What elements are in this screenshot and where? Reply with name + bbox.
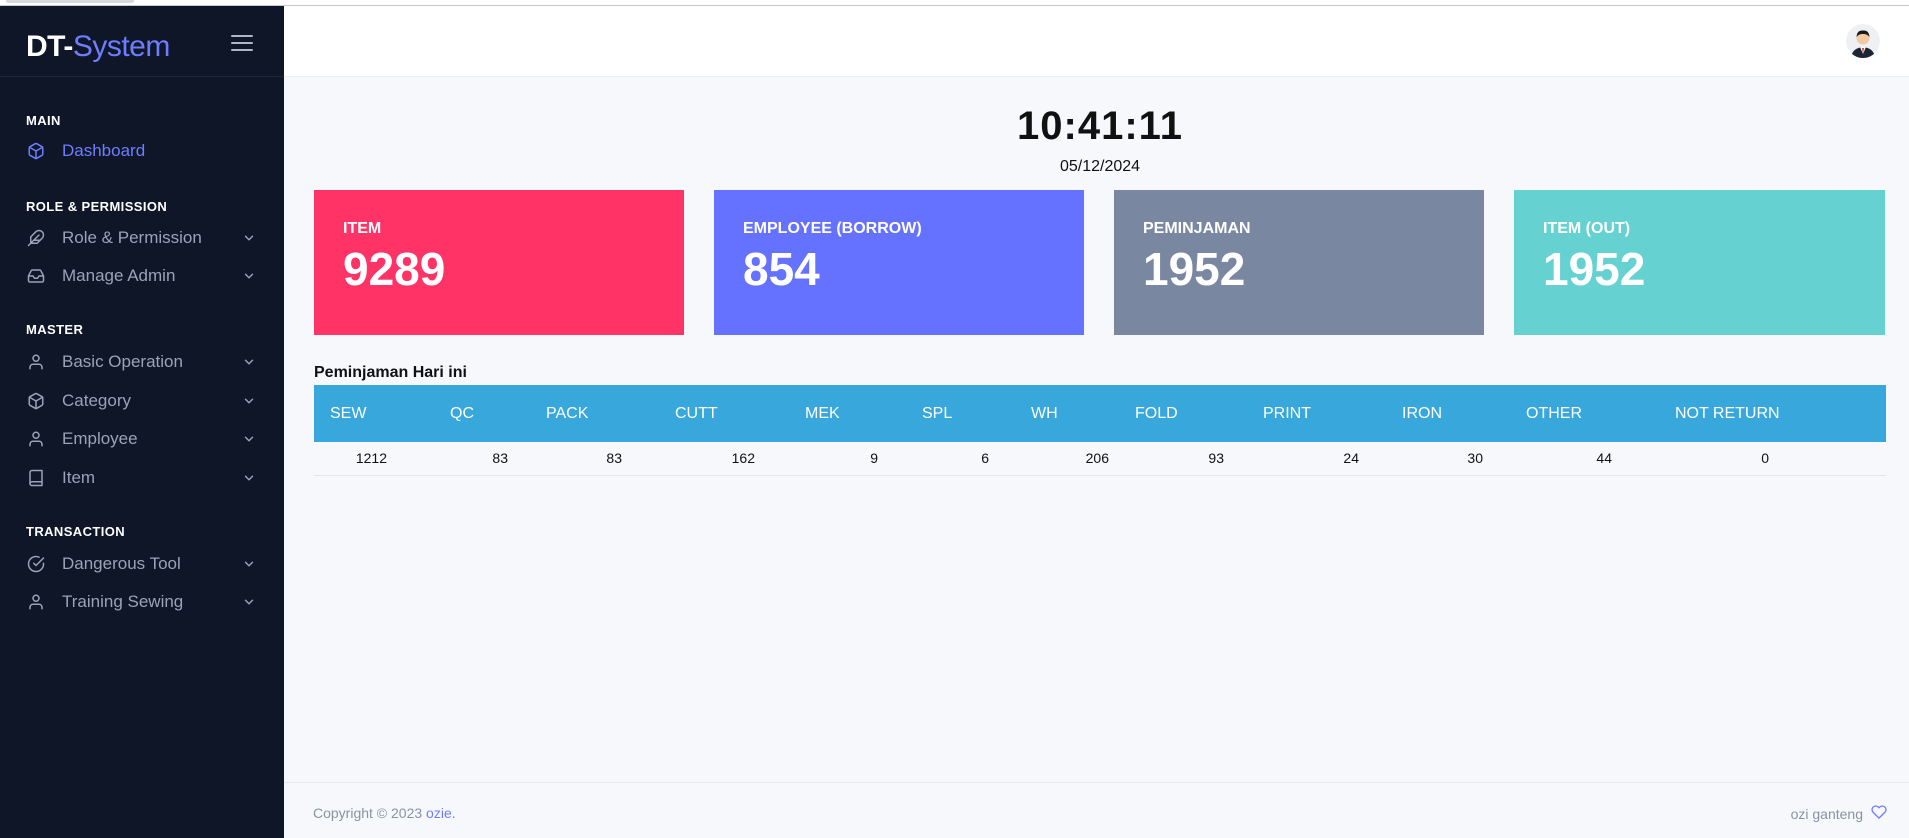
stat-card-title: ITEM (OUT) <box>1543 220 1631 237</box>
sidebar-item-label: Dashboard <box>62 141 146 160</box>
table-cell: 24 <box>1247 442 1386 476</box>
table-cell: 30 <box>1386 442 1510 476</box>
book-icon <box>26 468 46 488</box>
chevron-down-icon <box>242 432 256 446</box>
footer-right-text: ozi ganteng <box>1790 805 1863 822</box>
table-cell: 83 <box>434 442 530 476</box>
column-header-print: PRINT <box>1263 404 1311 422</box>
table-title: Peminjaman Hari ini <box>314 364 467 381</box>
chevron-down-icon <box>242 269 256 283</box>
daily-loans-table: SEW QC PACK CUTT MEK SPL WH FOLD PRINT I… <box>314 385 1886 476</box>
top-header <box>284 6 1909 77</box>
sidebar-item-item[interactable]: Item <box>26 464 256 492</box>
sidebar-item-label: Training Sewing <box>62 592 184 611</box>
stat-card-item: ITEM 9289 <box>314 190 684 335</box>
table-cell: 1212 <box>314 442 434 476</box>
chevron-down-icon <box>242 557 256 571</box>
inbox-icon <box>26 266 46 286</box>
chevron-down-icon <box>242 394 256 408</box>
user-icon <box>26 592 46 612</box>
user-icon <box>26 352 46 372</box>
column-header-not-return: NOT RETURN <box>1675 404 1780 422</box>
chevron-down-icon <box>242 355 256 369</box>
sidebar-item-label: Manage Admin <box>62 266 176 285</box>
chevron-down-icon <box>242 595 256 609</box>
brand-part2: System <box>72 30 171 63</box>
sidebar-divider <box>0 76 284 77</box>
sidebar-item-label: Item <box>62 468 96 487</box>
sidebar-item-category[interactable]: Category <box>26 387 256 415</box>
clock-date: 05/12/2024 <box>1059 158 1141 175</box>
nav-heading-master: MASTER <box>26 322 84 337</box>
cube-icon <box>26 141 46 161</box>
footer-copyright: Copyright © 2023 ozie. <box>313 805 456 821</box>
sidebar-item-label: Employee <box>62 429 138 448</box>
table-cell: 83 <box>530 442 659 476</box>
column-header-sew: SEW <box>330 404 367 422</box>
table-cell: 44 <box>1510 442 1659 476</box>
author-link[interactable]: ozie. <box>426 805 456 821</box>
check-circle-icon <box>26 554 46 574</box>
cube-icon <box>26 391 46 411</box>
sidebar-item-manage-admin[interactable]: Manage Admin <box>26 262 256 290</box>
column-header-cutt: CUTT <box>675 404 718 422</box>
avatar-icon[interactable] <box>1846 24 1880 58</box>
table-cell: 206 <box>1015 442 1119 476</box>
table-cell: 9 <box>789 442 906 476</box>
browser-tab-mark <box>6 0 134 3</box>
column-header-qc: QC <box>450 404 474 422</box>
menu-toggle-icon[interactable] <box>231 34 253 52</box>
sidebar-item-dashboard[interactable]: Dashboard <box>26 137 256 165</box>
sidebar-item-label: Dangerous Tool <box>62 554 181 573</box>
stat-card-value: 1952 <box>1143 243 1246 295</box>
stat-card-value: 1952 <box>1543 243 1646 295</box>
stat-card-item-out: ITEM (OUT) 1952 <box>1514 190 1885 335</box>
feather-icon <box>26 228 46 248</box>
stat-card-peminjaman: PEMINJAMAN 1952 <box>1114 190 1484 335</box>
sidebar: DT- System MAIN Dashboard ROLE & PERMISSI… <box>0 6 284 838</box>
stat-card-value: 9289 <box>343 243 446 295</box>
copyright-text: Copyright © 2023 <box>313 805 423 821</box>
column-header-spl: SPL <box>922 404 953 422</box>
brand-part1: DT- <box>26 30 73 63</box>
table-cell: 6 <box>906 442 1015 476</box>
clock-time: 10:41:11 <box>1017 104 1183 148</box>
chevron-down-icon <box>242 471 256 485</box>
column-header-pack: PACK <box>546 404 589 422</box>
brand-logo[interactable]: DT- System <box>26 22 170 72</box>
column-header-other: OTHER <box>1526 404 1582 422</box>
stat-card-title: ITEM <box>343 220 382 237</box>
table-cell: 93 <box>1119 442 1247 476</box>
heart-icon <box>1863 804 1887 823</box>
chevron-down-icon <box>242 231 256 245</box>
table-cell: 162 <box>659 442 789 476</box>
user-icon <box>26 429 46 449</box>
footer: Copyright © 2023 ozie. ozi ganteng <box>284 782 1909 838</box>
sidebar-item-training-sewing[interactable]: Training Sewing <box>26 588 256 616</box>
table-row: 1212 83 83 162 9 6 206 93 24 30 44 0 <box>314 442 1886 476</box>
sidebar-item-basic-operation[interactable]: Basic Operation <box>26 348 256 376</box>
stat-card-value: 854 <box>743 243 820 295</box>
stat-card-title: EMPLOYEE (BORROW) <box>743 220 922 237</box>
sidebar-item-employee[interactable]: Employee <box>26 425 256 453</box>
sidebar-item-role-permission[interactable]: Role & Permission <box>26 224 256 252</box>
table-cell: 0 <box>1659 442 1886 476</box>
sidebar-item-label: Basic Operation <box>62 352 183 371</box>
table-header-row: SEW QC PACK CUTT MEK SPL WH FOLD PRINT I… <box>314 385 1886 442</box>
column-header-fold: FOLD <box>1135 404 1178 422</box>
nav-heading-transaction: TRANSACTION <box>26 524 126 539</box>
footer-right: ozi ganteng <box>1791 804 1887 823</box>
column-header-wh: WH <box>1031 404 1058 422</box>
stat-card-employee-borrow: EMPLOYEE (BORROW) 854 <box>714 190 1084 335</box>
nav-heading-main: MAIN <box>26 113 61 128</box>
column-header-iron: IRON <box>1402 404 1442 422</box>
sidebar-item-label: Category <box>62 391 131 410</box>
sidebar-item-dangerous-tool[interactable]: Dangerous Tool <box>26 550 256 578</box>
nav-heading-role-permission: ROLE & PERMISSION <box>26 199 168 214</box>
sidebar-item-label: Role & Permission <box>62 228 202 247</box>
stat-card-title: PEMINJAMAN <box>1143 220 1251 237</box>
column-header-mek: MEK <box>805 404 840 422</box>
